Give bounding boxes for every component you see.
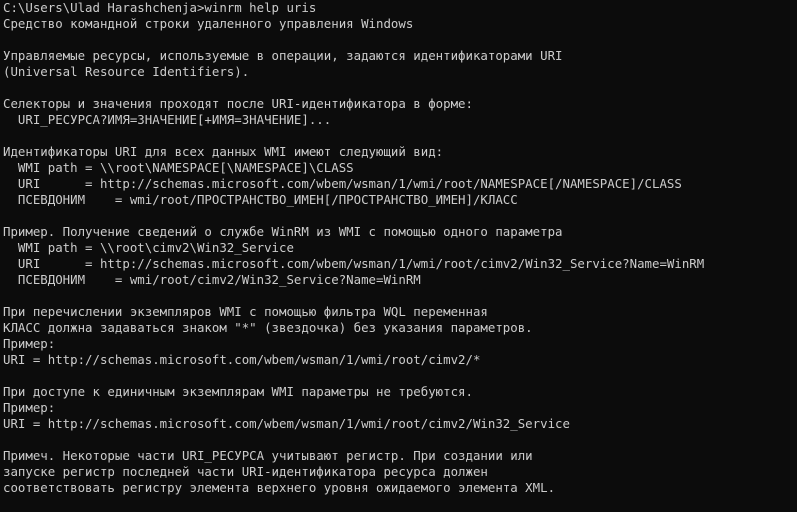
prompt-command-line: C:\Users\Ulad Harashchenja>winrm help ur…: [3, 0, 317, 15]
output-line: запуске регистр последней части URI-иден…: [3, 464, 488, 479]
output-line: URI = http://schemas.microsoft.com/wbem/…: [3, 256, 705, 271]
output-line: Пример. Получение сведений о службе WinR…: [3, 224, 563, 239]
output-line: Средство командной строки удаленного упр…: [3, 16, 414, 31]
output-line: При доступе к единичным экземплярам WMI …: [3, 384, 473, 399]
output-line: ПСЕВДОНИМ = wmi/root/ПРОСТРАНСТВО_ИМЕН[/…: [3, 192, 518, 207]
output-line: КЛАСС должна задаваться знаком "*" (звез…: [3, 320, 533, 335]
output-line: Идентификаторы URI для всех данных WMI и…: [3, 144, 444, 159]
output-line: Управляемые ресурсы, используемые в опер…: [3, 48, 563, 63]
output-line: URI_РЕСУРСА?ИМЯ=ЗНАЧЕНИЕ[+ИМЯ=ЗНАЧЕНИЕ].…: [3, 112, 332, 127]
console-window[interactable]: C:\Users\Ulad Harashchenja>winrm help ur…: [0, 0, 797, 512]
output-line: WMI path = \\root\NAMESPACE[\NAMESPACE]\…: [3, 160, 354, 175]
output-line: ПСЕВДОНИМ = wmi/root/cimv2/Win32_Service…: [3, 272, 421, 287]
output-line: Примеч. Некоторые части URI_РЕСУРСА учит…: [3, 448, 533, 463]
output-line: URI = http://schemas.microsoft.com/wbem/…: [3, 352, 481, 367]
output-line: WMI path = \\root\cimv2\Win32_Service: [3, 240, 294, 255]
output-line: соответствовать регистру элемента верхне…: [3, 480, 556, 495]
output-line: Селекторы и значения проходят после URI-…: [3, 96, 473, 111]
output-line: При перечислении экземпляров WMI с помощ…: [3, 304, 488, 319]
output-line: URI = http://schemas.microsoft.com/wbem/…: [3, 176, 682, 191]
output-line: (Universal Resource Identifiers).: [3, 64, 250, 79]
output-line: URI = http://schemas.microsoft.com/wbem/…: [3, 416, 570, 431]
output-line: Пример:: [3, 400, 56, 415]
output-line: Пример:: [3, 336, 56, 351]
